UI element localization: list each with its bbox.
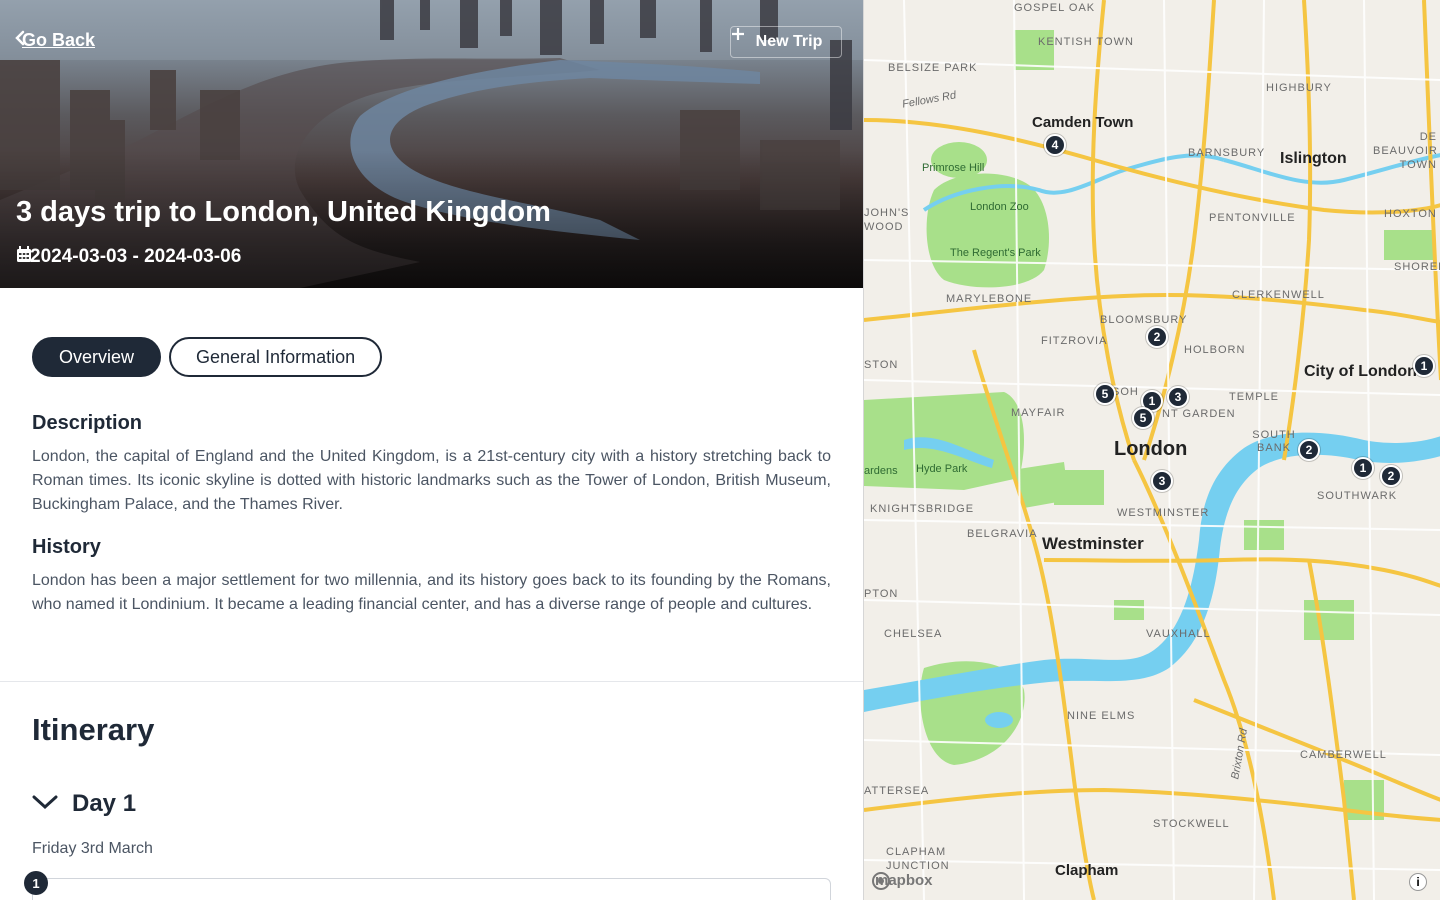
map-label-chelsea: CHELSEA	[884, 628, 943, 640]
map-label-battersea: ATTERSEA	[864, 785, 930, 797]
map-label-southwark: SOUTHWARK	[1317, 490, 1398, 502]
map-view[interactable]: GOSPEL OAK KENTISH TOWN BELSIZE PARK HIG…	[863, 0, 1440, 900]
history-text: London has been a major settlement for t…	[32, 572, 831, 613]
map-label-de-beauvoir: DE BEAUVOIR TOWN	[1373, 131, 1438, 171]
step-number-badge: 1	[24, 871, 48, 895]
map-label-shoreditch: SHORED	[1394, 261, 1440, 273]
tab-overview[interactable]: Overview	[32, 337, 162, 377]
map-label-holborn: HOLBORN	[1184, 344, 1246, 356]
hero-banner: Go Back New Trip 3 days trip to London, …	[0, 0, 863, 288]
map-park-primrose-hill: Primrose Hill	[922, 162, 985, 174]
trip-dates: 2024-03-03 - 2024-03-06	[16, 246, 241, 268]
map-marker[interactable]: 2	[1380, 465, 1402, 487]
map-label-temple: TEMPLE	[1229, 391, 1280, 403]
map-label-knightsbridge: KNIGHTSBRIDGE	[870, 503, 975, 515]
map-label-gospel-oak: GOSPEL OAK	[1014, 2, 1096, 14]
map-label-hoxton: HOXTON	[1384, 208, 1437, 220]
map-label-mayfair: MAYFAIR	[1011, 407, 1066, 419]
history-heading: History	[32, 536, 101, 558]
go-back-link[interactable]: Go Back	[14, 30, 95, 51]
trip-title: 3 days trip to London, United Kingdom	[16, 196, 551, 228]
map-label-vauxhall: VAUXHALL	[1146, 628, 1211, 640]
map-label-marylebone: MARYLEBONE	[946, 293, 1033, 305]
map-park-london-zoo: London Zoo	[970, 201, 1029, 213]
map-label-south-bank: SOUTH BANK	[1252, 429, 1296, 454]
map-label-belsize-park: BELSIZE PARK	[888, 62, 978, 74]
map-marker[interactable]: 2	[1298, 439, 1320, 461]
trip-panel: Go Back New Trip 3 days trip to London, …	[0, 0, 863, 900]
map-label-johns-wood: JOHN'S WOOD	[864, 207, 910, 233]
map-label-soho: SOH	[1112, 386, 1139, 398]
map-label-clerkenwell: CLERKENWELL	[1232, 289, 1325, 301]
date-range: 2024-03-03 - 2024-03-06	[30, 246, 242, 267]
new-trip-label: New Trip	[755, 33, 823, 50]
map-marker[interactable]: 3	[1151, 470, 1173, 492]
map-park-gardens: ardens	[864, 465, 898, 477]
description-heading: Description	[32, 412, 143, 434]
activity-card[interactable]	[32, 878, 831, 900]
chevron-down-icon	[32, 794, 58, 815]
map-label-barnsbury: BARNSBURY	[1188, 147, 1266, 159]
map-marker[interactable]: 3	[1167, 386, 1189, 408]
day-label: Day 1	[72, 790, 137, 817]
map-marker[interactable]: 5	[1094, 383, 1116, 405]
go-back-label: Go Back	[22, 30, 96, 50]
map-label-kentish-town: KENTISH TOWN	[1038, 36, 1134, 48]
map-label-pentonville: PENTONVILLE	[1209, 212, 1296, 224]
mapbox-logo[interactable]: mapbox	[872, 872, 933, 890]
map-label-belgravia: BELGRAVIA	[967, 528, 1038, 540]
itinerary-heading: Itinerary	[32, 712, 155, 747]
new-trip-button[interactable]: New Trip	[730, 26, 842, 58]
map-label-pimlico: PTON	[864, 588, 899, 600]
map-label-highbury: HIGHBURY	[1266, 82, 1332, 94]
map-marker[interactable]: 1	[1352, 457, 1374, 479]
description-text: London, the capital of England and the U…	[32, 448, 831, 513]
map-label-covent-garden: NT GARDEN	[1162, 408, 1236, 420]
map-marker[interactable]: 4	[1044, 134, 1066, 156]
map-marker[interactable]: 2	[1146, 326, 1168, 348]
map-label-camberwell: CAMBERWELL	[1300, 749, 1387, 761]
map-label-clapham-junction: CLAPHAM JUNCTION	[886, 846, 950, 872]
section-tabs: Overview General Information	[32, 337, 383, 377]
map-label-stockwell: STOCKWELL	[1153, 818, 1230, 830]
map-city-clapham: Clapham	[1055, 862, 1119, 879]
section-divider	[0, 681, 863, 682]
map-label-nine-elms: NINE ELMS	[1067, 710, 1136, 722]
map-label-euston: STON	[864, 359, 899, 371]
map-label-westminster-district: WESTMINSTER	[1117, 507, 1210, 519]
map-city-camden: Camden Town	[1032, 114, 1134, 131]
map-marker[interactable]: 1	[1413, 355, 1435, 377]
map-city-westminster: Westminster	[1042, 534, 1144, 553]
map-label-bloomsbury: BLOOMSBURY	[1100, 314, 1188, 326]
map-park-regents-park: The Regent's Park	[950, 247, 1041, 259]
tab-general-information[interactable]: General Information	[169, 337, 383, 377]
day-date: Friday 3rd March	[32, 840, 153, 857]
map-city-islington: Islington	[1280, 150, 1347, 167]
map-marker[interactable]: 5	[1132, 407, 1154, 429]
day-1-toggle[interactable]: Day 1	[32, 790, 136, 818]
map-city-london: London	[1114, 438, 1188, 460]
map-city-city-of-london: City of London	[1304, 363, 1417, 380]
map-label-fitzrovia: FITZROVIA	[1041, 335, 1108, 347]
map-park-hyde-park: Hyde Park	[916, 463, 968, 475]
map-info-button[interactable]: i	[1409, 873, 1427, 891]
